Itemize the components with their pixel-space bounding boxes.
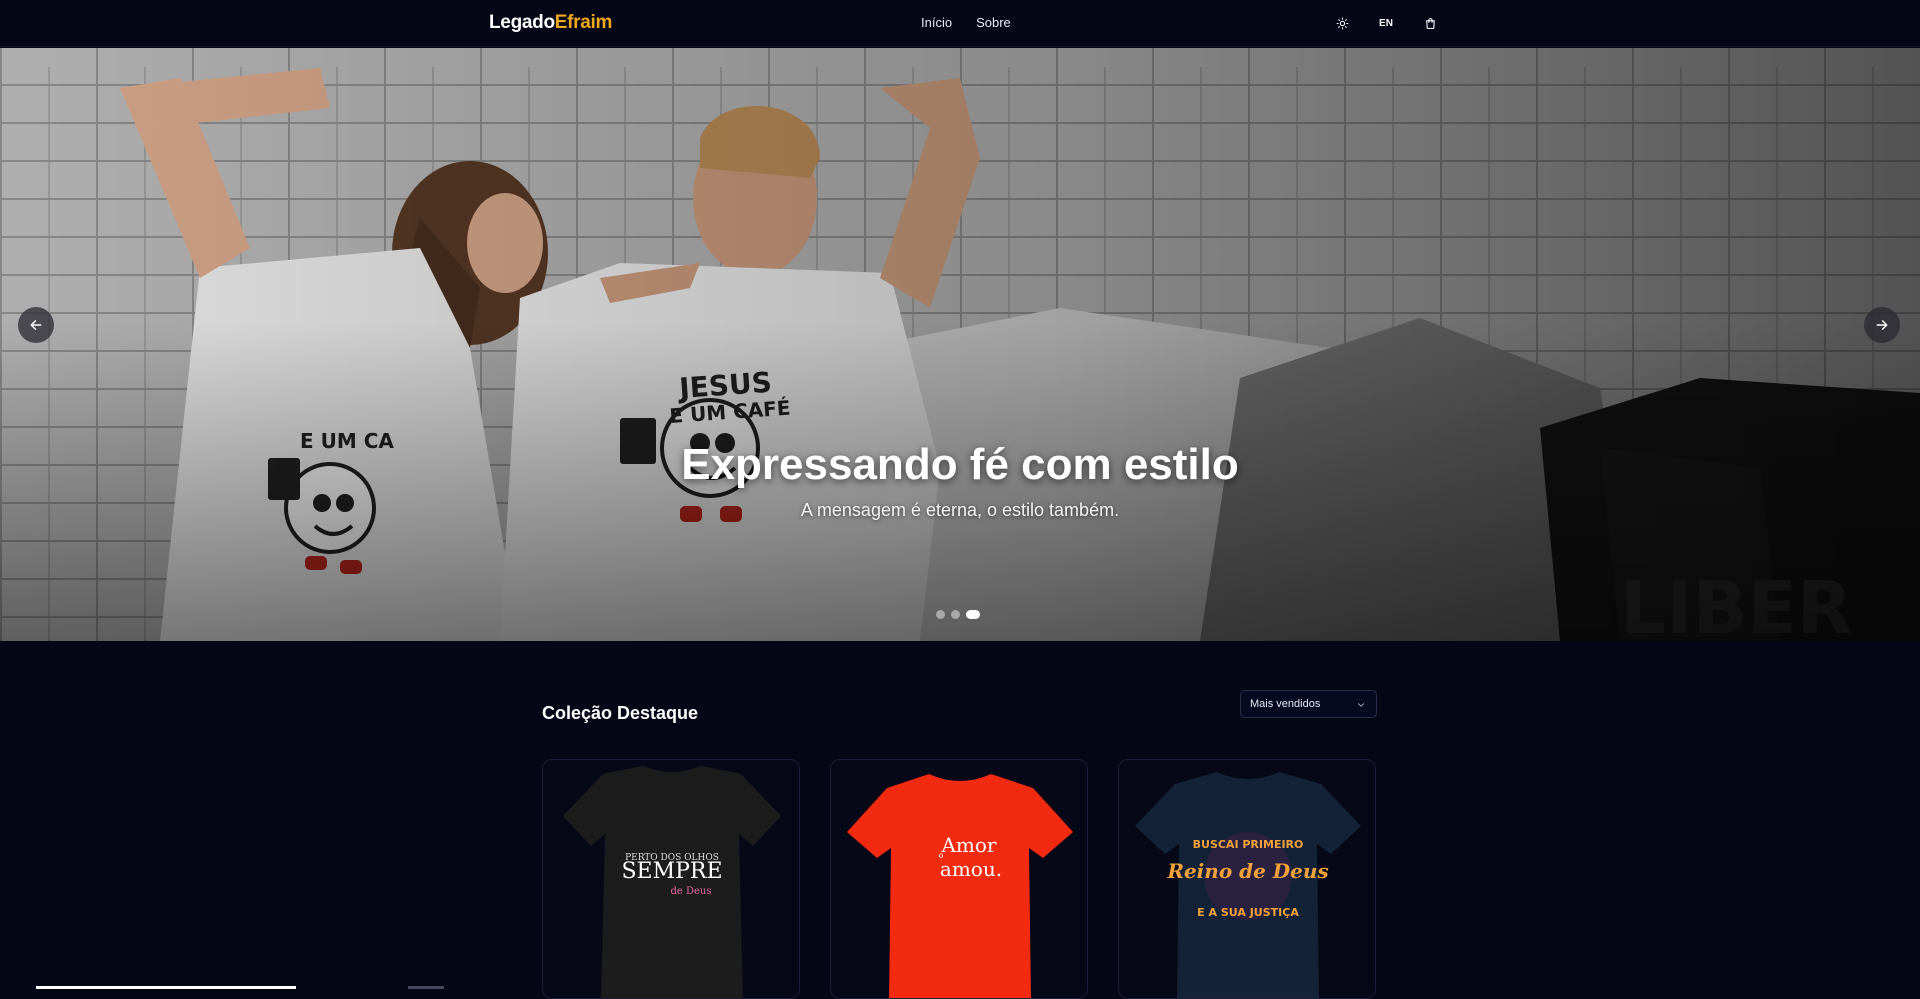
hero-subtitle: A mensagem é eterna, o estilo também. <box>800 500 1120 520</box>
cart-button[interactable] <box>1420 13 1440 33</box>
sun-icon <box>1336 17 1348 29</box>
svg-text:Reino de Deus: Reino de Deus <box>1166 859 1328 883</box>
svg-text:o: o <box>939 851 944 860</box>
svg-text:amou.: amou. <box>940 857 1002 881</box>
product-card[interactable]: Amor amou. o <box>830 759 1088 999</box>
arrow-right-icon <box>1876 320 1888 330</box>
nav-link-sobre[interactable]: Sobre <box>976 15 1011 30</box>
logo[interactable]: LegadoEfraim <box>489 12 612 34</box>
hero-carousel: LIBER JESUS E UM CAFÉ <box>0 48 1920 641</box>
main-nav: Início Sobre <box>921 15 1011 30</box>
product-card[interactable]: PERTO DOS OLHOS SEMPRE de Deus <box>542 759 800 999</box>
svg-text:SEMPRE: SEMPRE <box>621 859 722 884</box>
product-image: PERTO DOS OLHOS SEMPRE de Deus <box>543 760 799 998</box>
logo-text-accent: Efraim <box>554 12 613 33</box>
arrow-left-icon <box>30 320 42 330</box>
language-switch-button[interactable]: EN <box>1376 13 1396 33</box>
svg-text:Amor: Amor <box>940 833 996 857</box>
theme-toggle-button[interactable] <box>1332 13 1352 33</box>
svg-text:E A SUA JUSTIÇA: E A SUA JUSTIÇA <box>1197 906 1299 919</box>
header-tools: EN <box>1332 13 1440 33</box>
product-card[interactable]: BUSCAI PRIMEIRO Reino de Deus E A SUA JU… <box>1118 759 1376 999</box>
nav-link-inicio[interactable]: Início <box>921 15 952 30</box>
logo-text-primary: Legado <box>489 12 555 33</box>
hero-title: Expressando fé com estilo <box>681 440 1239 489</box>
carousel-dot-3[interactable] <box>966 610 980 619</box>
shopping-bag-icon <box>1425 17 1435 29</box>
product-image: BUSCAI PRIMEIRO Reino de Deus E A SUA JU… <box>1119 760 1375 998</box>
carousel-dot-1[interactable] <box>936 610 945 619</box>
chevron-down-icon <box>1357 703 1365 707</box>
carousel-indicators <box>936 610 980 619</box>
product-image: Amor amou. o <box>831 760 1087 998</box>
svg-text:BUSCAI PRIMEIRO: BUSCAI PRIMEIRO <box>1193 838 1304 851</box>
carousel-prev-button[interactable] <box>18 307 54 343</box>
sort-select-value: Mais vendidos <box>1250 698 1321 710</box>
scroll-indicator <box>36 986 296 989</box>
site-header: LegadoEfraim Início Sobre EN <box>0 0 1920 47</box>
section-title: Coleção Destaque <box>542 703 699 723</box>
carousel-next-button[interactable] <box>1864 307 1900 343</box>
sort-select[interactable]: Mais vendidos <box>1240 690 1377 718</box>
carousel-dot-2[interactable] <box>951 610 960 619</box>
svg-text:de Deus: de Deus <box>670 886 711 897</box>
